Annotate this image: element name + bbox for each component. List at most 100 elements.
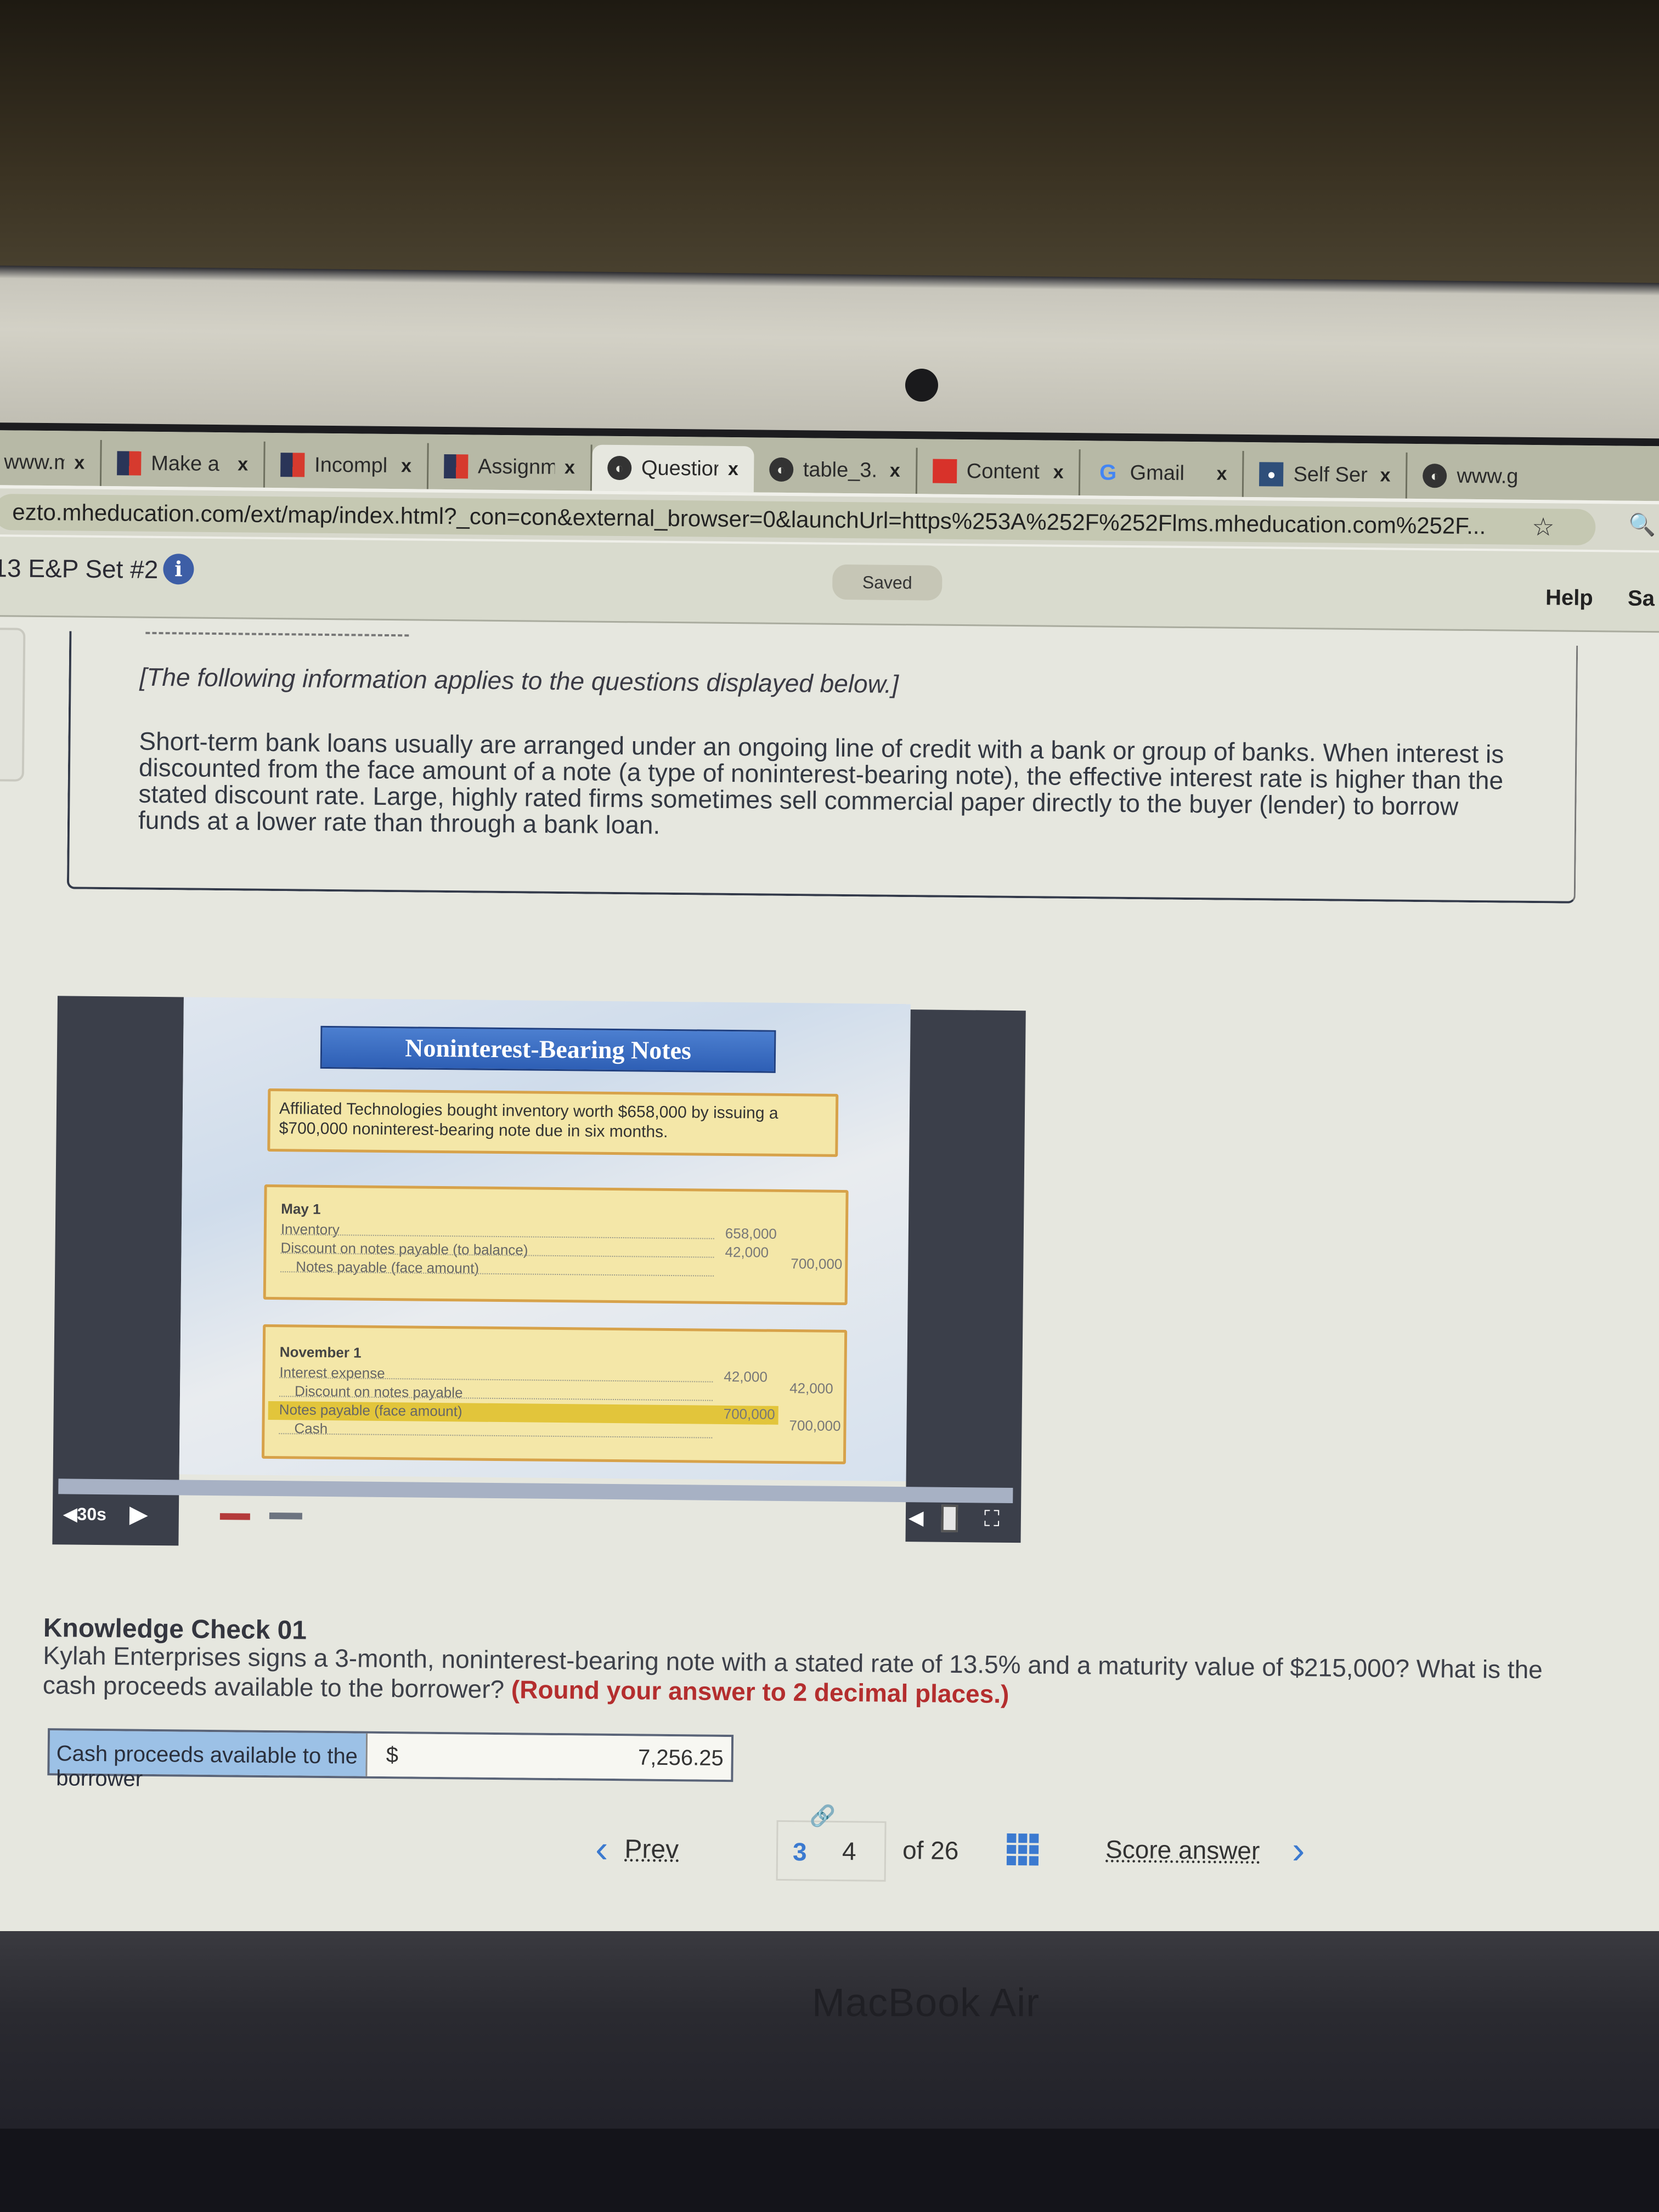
device-label: MacBook Air	[812, 1981, 1040, 2025]
chevron-left-icon: ‹	[595, 1827, 608, 1870]
debit-amount: 700,000	[723, 1405, 775, 1423]
tab-label: Self Ser	[1293, 462, 1368, 487]
video-letterbox-right	[905, 1009, 1026, 1543]
transcript-icon[interactable]	[941, 1504, 958, 1533]
saved-status-badge: Saved	[832, 564, 943, 601]
video-slide: Noninterest-Bearing Notes Affiliated Tec…	[179, 997, 911, 1482]
close-icon[interactable]: x	[728, 458, 738, 479]
close-icon[interactable]: x	[238, 454, 248, 475]
leader-dots	[280, 1234, 714, 1239]
tab-label: Gmail	[1130, 461, 1185, 485]
slide-title: Noninterest-Bearing Notes	[320, 1025, 776, 1073]
save-exit-button[interactable]: Sa	[1628, 586, 1655, 611]
info-icon[interactable]: i	[163, 554, 194, 585]
credit-amount: 42,000	[789, 1380, 833, 1397]
question-navigation: ‹ Prev 🔗 3 4 of 26 Score answer ›	[0, 1802, 1659, 1895]
rewind-label: 30s	[77, 1504, 107, 1525]
close-icon[interactable]: x	[1216, 463, 1227, 484]
tab-self-service[interactable]: ● Self Ser x	[1244, 450, 1408, 499]
tab-gmail[interactable]: G Gmail x	[1080, 449, 1244, 497]
leader-dots	[279, 1433, 713, 1438]
tab-label: Questior	[641, 456, 719, 481]
tab-incomplete[interactable]: Incompl x	[264, 441, 429, 489]
tab-label: Content	[966, 459, 1040, 483]
debit-amount: 42,000	[724, 1368, 768, 1385]
rewind-30s-button[interactable]: ◀30s	[64, 1503, 106, 1525]
account-name: Discount on notes payable (to balance)	[280, 1239, 528, 1259]
globe-icon: ◐	[607, 455, 632, 481]
account-name: Discount on notes payable	[294, 1383, 463, 1401]
page-4-button[interactable]: 4	[842, 1836, 856, 1866]
assignment-title: 13 E&P Set #2	[0, 554, 159, 584]
tab-www-my[interactable]: www.my x	[0, 438, 102, 486]
grid-view-icon[interactable]	[1006, 1833, 1039, 1866]
intro-paragraph: Short-term bank loans usually are arrang…	[138, 726, 1504, 839]
debit-amount: 658,000	[725, 1224, 777, 1242]
app-header: 13 E&P Set #2 i Saved Help Sa	[0, 534, 1659, 633]
close-icon[interactable]: x	[74, 452, 84, 473]
tab-content[interactable]: Content x	[917, 448, 1081, 496]
caption-marker-gray	[269, 1512, 302, 1520]
question-text: Kylah Enterprises signs a 3-month, nonin…	[43, 1640, 1568, 1714]
account-name: Inventory	[280, 1221, 340, 1238]
journal-entry-may: May 1 Inventory 658,000 Discount on note…	[263, 1184, 849, 1306]
tab-label: Make a	[151, 452, 220, 476]
zoom-magnifier-icon[interactable]: 🔍	[1628, 512, 1656, 538]
rounding-instruction: (Round your answer to 2 decimal places.)	[511, 1675, 1009, 1708]
divider	[145, 631, 409, 637]
tab-question[interactable]: ◐ Questior x	[591, 444, 754, 493]
intro-info-box: [The following information applies to th…	[66, 631, 1578, 904]
answer-field-wrapper[interactable]: $	[365, 1733, 732, 1780]
cash-proceeds-input[interactable]	[441, 1743, 724, 1771]
close-icon[interactable]: x	[1053, 461, 1064, 483]
webcam	[905, 369, 938, 402]
page-3-button[interactable]: 3	[793, 1837, 807, 1866]
video-player[interactable]: Noninterest-Bearing Notes Affiliated Tec…	[52, 996, 1026, 1554]
fullscreen-icon[interactable]: ⛶	[984, 1507, 1000, 1532]
tab-make-a[interactable]: Make a x	[101, 439, 266, 488]
red-app-icon	[932, 459, 957, 483]
close-icon[interactable]: x	[890, 460, 900, 481]
page-total: of 26	[902, 1836, 959, 1865]
google-icon: G	[1099, 460, 1117, 485]
url-text: ezto.mheducation.com/ext/map/index.html?…	[12, 499, 1486, 539]
account-name: Notes payable (face amount)	[279, 1401, 462, 1420]
currency-symbol: $	[386, 1742, 399, 1767]
score-answer-button[interactable]: Score answer	[1105, 1835, 1260, 1866]
volume-icon[interactable]: ◀	[909, 1506, 924, 1529]
journal-entry-november: November 1 Interest expense 42,000 Disco…	[261, 1324, 848, 1465]
tab-www-g[interactable]: ◐ www.g	[1407, 453, 1549, 500]
close-icon[interactable]: x	[565, 457, 575, 478]
account-name: Notes payable (face amount)	[296, 1258, 479, 1277]
entry-date: November 1	[279, 1344, 362, 1361]
close-icon[interactable]: x	[1380, 465, 1390, 486]
video-progress-bar[interactable]	[58, 1479, 1013, 1504]
help-button[interactable]: Help	[1545, 585, 1593, 611]
tab-assignment[interactable]: Assignm x	[428, 443, 592, 491]
account-name: Interest expense	[279, 1364, 385, 1382]
bookmark-star-icon[interactable]: ☆	[1532, 512, 1555, 541]
tab-table[interactable]: ◐ table_3. x	[753, 446, 918, 494]
tab-label: Incompl	[314, 453, 388, 477]
chevron-right-icon[interactable]: ›	[1292, 1828, 1305, 1872]
play-icon[interactable]: ▶	[129, 1500, 148, 1528]
tab-label: table_3.	[803, 458, 878, 482]
prev-button[interactable]: ‹ Prev	[595, 1827, 679, 1871]
entry-date: May 1	[281, 1200, 321, 1217]
account-name: Cash	[294, 1420, 328, 1437]
close-icon[interactable]: x	[401, 455, 411, 477]
slide-description: Affiliated Technologies bought inventory…	[267, 1088, 839, 1157]
video-letterbox-left	[52, 996, 184, 1546]
globe-icon: ◐	[769, 457, 794, 482]
tab-label: www.g	[1457, 464, 1519, 488]
answer-row: Cash proceeds available to the borrower …	[47, 1728, 734, 1791]
caption-marker-red	[219, 1513, 250, 1520]
answer-label: Cash proceeds available to the borrower	[49, 1730, 366, 1791]
link-icon: 🔗	[809, 1804, 836, 1828]
mheducation-icon	[443, 454, 469, 479]
debit-amount: 42,000	[725, 1243, 769, 1261]
browser-window: www.my x Make a x Incompl x Assignm x ◐ …	[0, 422, 1659, 1964]
person-icon: ●	[1259, 462, 1284, 487]
background-room	[0, 0, 1659, 285]
side-panel-tab[interactable]	[0, 627, 26, 782]
